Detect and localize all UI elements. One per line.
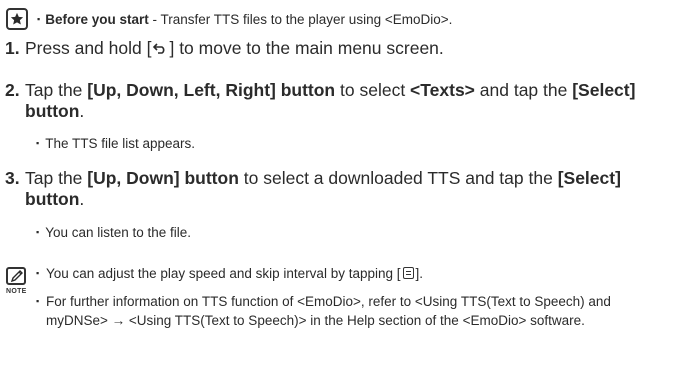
step-text-part: to select a downloaded TTS and tap the	[238, 168, 558, 188]
step-text-part: to select	[335, 80, 411, 100]
step-text-part: .	[79, 189, 85, 209]
back-arrow-icon	[153, 39, 167, 60]
note-text: You can adjust the play speed and skip i…	[46, 264, 651, 283]
menu-icon	[402, 267, 414, 279]
step-text-part: Tap the	[25, 168, 88, 188]
step-number: 3.	[5, 168, 20, 188]
direction-button-label: [Up, Down, Left, Right] button	[87, 80, 336, 100]
step-text-part: Tap the	[25, 80, 88, 100]
note-icon: NOTE	[6, 267, 28, 295]
bullet: ▪	[36, 268, 40, 278]
pencil-icon	[10, 270, 23, 283]
step-text-part: Press and hold [	[25, 38, 152, 58]
step-1-text: Press and hold [ ] to move to the main me…	[25, 38, 655, 60]
note-text: For further information on TTS function …	[46, 294, 611, 328]
bullet: ▪	[36, 138, 40, 148]
before-you-start-row: ▪ Before you start - Transfer TTS files t…	[6, 6, 452, 32]
before-you-start-description: - Transfer TTS files to the player using…	[148, 11, 453, 27]
note-label: NOTE	[6, 288, 27, 295]
note-text-part: You can adjust the play speed and skip i…	[46, 266, 401, 281]
step-3-text: Tap the [Up, Down] button to select a do…	[25, 168, 655, 210]
sub-bullet-text: You can listen to the file.	[45, 225, 192, 240]
step-2-text: Tap the [Up, Down, Left, Right] button t…	[25, 80, 655, 122]
step-text-part: .	[79, 101, 85, 121]
direction-button-label: [Up, Down] button	[87, 168, 239, 188]
step-2-sub-bullet: ▪ The TTS file list appears.	[36, 136, 195, 151]
note-item-speed: ▪ You can adjust the play speed and skip…	[36, 264, 651, 283]
step-number: 2.	[5, 80, 20, 100]
note-text-part: ].	[415, 266, 424, 281]
note-box-icon	[6, 267, 26, 285]
before-you-start-text: ▪ Before you start - Transfer TTS files t…	[37, 12, 452, 27]
step-2: 2. Tap the [Up, Down, Left, Right] butto…	[5, 80, 655, 122]
step-number: 1.	[5, 38, 20, 58]
step-1: 1. Press and hold [ ] to move to the main…	[5, 38, 655, 60]
bullet: ▪	[37, 13, 41, 24]
star-glyph-icon	[10, 12, 24, 25]
note-item-further-info: ▪ For further information on TTS functio…	[36, 292, 651, 330]
bullet: ▪	[36, 227, 40, 237]
star-icon	[6, 8, 28, 30]
step-text-part: ] to move to the main menu screen.	[169, 38, 444, 58]
step-3-sub-bullet: ▪ You can listen to the file.	[36, 225, 191, 240]
step-3: 3. Tap the [Up, Down] button to select a…	[5, 168, 655, 210]
sub-bullet-text: The TTS file list appears.	[45, 136, 196, 151]
texts-menu-label: <Texts>	[410, 80, 475, 100]
before-you-start-label: Before you start	[45, 11, 149, 27]
bullet: ▪	[36, 296, 40, 306]
step-text-part: and tap the	[474, 80, 573, 100]
